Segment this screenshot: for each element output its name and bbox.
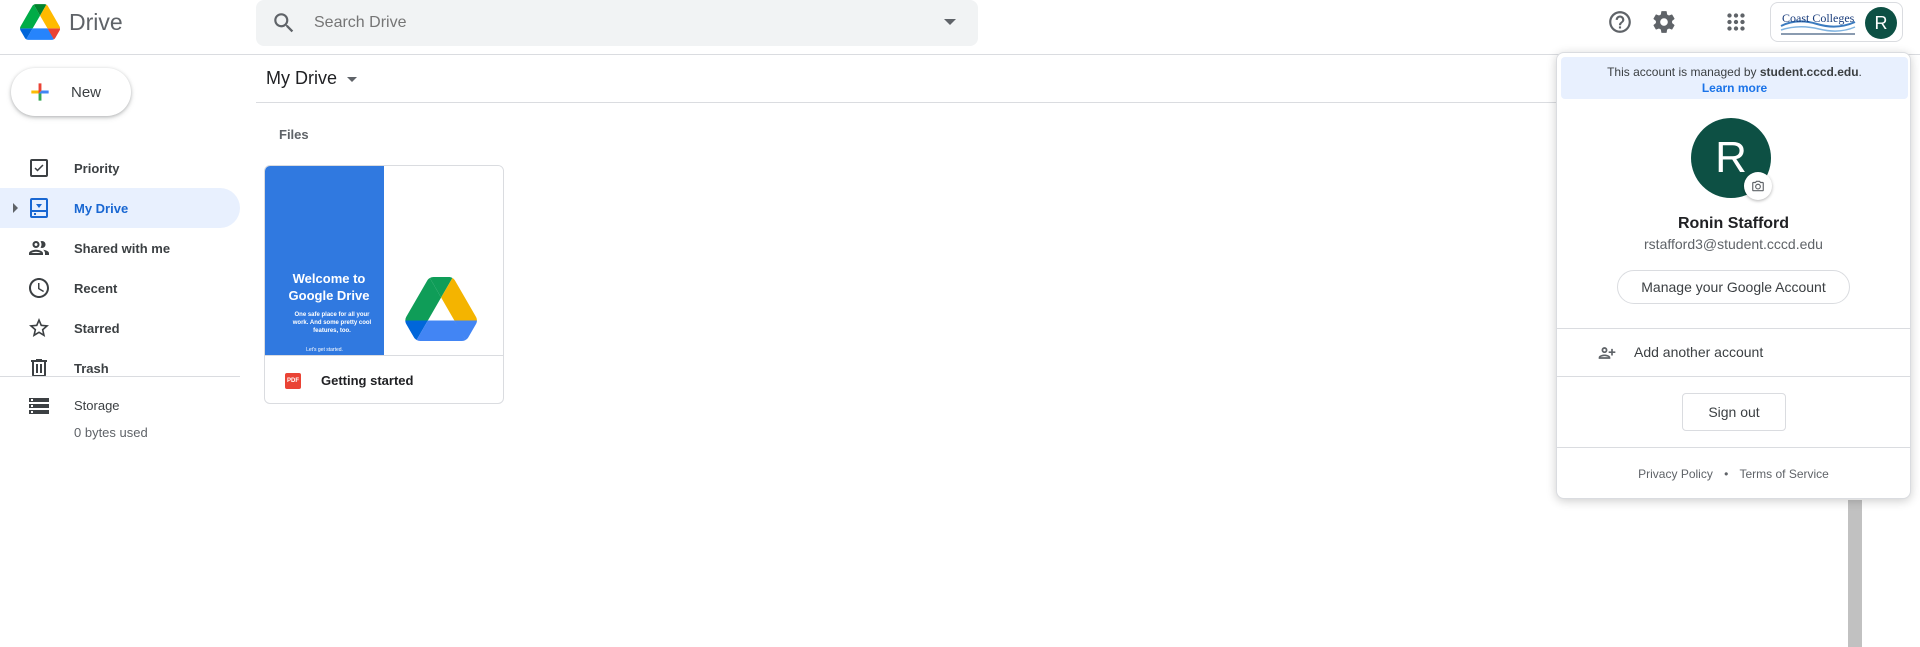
- footer-links: Privacy Policy • Terms of Service: [1557, 467, 1910, 481]
- storage-used: 0 bytes used: [74, 425, 148, 440]
- help-icon[interactable]: [1607, 9, 1633, 35]
- org-logo-text: Coast Colleges: [1782, 11, 1855, 25]
- title-dropdown-icon[interactable]: [347, 77, 357, 82]
- managed-suffix: .: [1858, 65, 1862, 79]
- scrollbar[interactable]: [1848, 500, 1862, 647]
- managed-notice: This account is managed by student.cccd.…: [1561, 57, 1908, 99]
- thumbnail-link: Let's get started.: [306, 347, 343, 353]
- sidebar-item-priority[interactable]: Priority: [0, 148, 240, 188]
- section-heading: Files: [279, 127, 309, 142]
- expand-caret-icon[interactable]: [13, 203, 18, 213]
- page-title[interactable]: My Drive: [266, 68, 337, 89]
- search-options-icon[interactable]: [944, 19, 956, 25]
- shared-icon: [29, 241, 49, 255]
- sidebar-divider: [0, 376, 240, 377]
- sidebar-item-label: Shared with me: [74, 240, 171, 256]
- account-email: rstafford3@student.cccd.edu: [1644, 236, 1823, 252]
- manage-account-button[interactable]: Manage your Google Account: [1617, 270, 1850, 304]
- file-thumbnail: Welcome to Google Drive One safe place f…: [265, 166, 503, 355]
- panel-divider: [1557, 447, 1910, 448]
- sidebar-item-shared[interactable]: Shared with me: [0, 228, 240, 268]
- managed-text: This account is managed by student.cccd.…: [1561, 65, 1908, 79]
- storage-label[interactable]: Storage: [74, 398, 120, 413]
- add-person-icon: [1598, 347, 1616, 359]
- add-account-button[interactable]: Add another account: [1557, 330, 1910, 376]
- thumbnail-cover: Welcome to Google Drive One safe place f…: [265, 166, 384, 355]
- account-name: Ronin Stafford: [1677, 215, 1790, 232]
- sidebar-item-label: My Drive: [74, 200, 129, 216]
- apps-grid-icon[interactable]: [1723, 9, 1749, 35]
- account-switcher[interactable]: Coast Colleges R: [1770, 2, 1903, 42]
- add-account-label: Add another account: [1634, 344, 1764, 360]
- account-panel: This account is managed by student.cccd.…: [1556, 52, 1911, 499]
- panel-divider: [1557, 376, 1910, 377]
- new-button[interactable]: New: [11, 68, 131, 116]
- managed-domain: student.cccd.edu: [1759, 65, 1859, 79]
- priority-icon: [30, 159, 48, 177]
- sidebar-item-label: Starred: [74, 320, 120, 336]
- storage-icon: [29, 398, 49, 414]
- change-photo-button[interactable]: [1744, 172, 1772, 200]
- sign-out-button[interactable]: Sign out: [1682, 393, 1786, 431]
- new-button-label: New: [71, 83, 102, 101]
- search-bar[interactable]: [256, 0, 978, 46]
- drive-logo-icon: [405, 277, 477, 341]
- sidebar-item-starred[interactable]: Starred: [0, 308, 240, 348]
- learn-more-link[interactable]: Learn more: [1561, 81, 1908, 95]
- app-name: Drive: [69, 8, 123, 35]
- sidebar-item-label: Priority: [74, 160, 120, 176]
- file-footer: PDF Getting started: [265, 355, 503, 403]
- sidebar-item-my-drive[interactable]: My Drive: [0, 188, 240, 228]
- avatar[interactable]: R: [1865, 7, 1897, 39]
- my-drive-icon: [30, 198, 48, 218]
- search-icon[interactable]: [271, 10, 297, 36]
- camera-icon: [1752, 180, 1764, 192]
- thumbnail-title: Welcome to Google Drive: [288, 271, 370, 303]
- org-logo: Coast Colleges: [1777, 8, 1859, 38]
- plus-icon: [31, 83, 49, 101]
- managed-prefix: This account is managed by: [1607, 65, 1757, 79]
- drive-logo-icon: [20, 4, 60, 40]
- sidebar-item-trash[interactable]: Trash: [0, 348, 240, 388]
- privacy-policy-link[interactable]: Privacy Policy: [1638, 467, 1713, 481]
- top-bar: Drive Coast Colleges R: [0, 0, 1920, 55]
- thumbnail-subtitle: One safe place for all your work. And so…: [292, 312, 372, 334]
- search-input[interactable]: [314, 14, 914, 32]
- clock-icon: [29, 278, 49, 298]
- footer-separator: •: [1724, 467, 1729, 481]
- settings-gear-icon[interactable]: [1651, 9, 1677, 35]
- file-card[interactable]: Welcome to Google Drive One safe place f…: [264, 165, 504, 404]
- sidebar-item-label: Trash: [74, 360, 109, 376]
- panel-divider: [1557, 328, 1910, 329]
- sidebar-item-recent[interactable]: Recent: [0, 268, 240, 308]
- terms-of-service-link[interactable]: Terms of Service: [1740, 467, 1829, 481]
- file-name: Getting started: [321, 373, 414, 388]
- pdf-icon: PDF: [285, 373, 301, 389]
- sidebar-item-label: Recent: [74, 280, 118, 296]
- star-icon: [29, 318, 49, 337]
- drive-logo[interactable]: Drive: [20, 4, 123, 40]
